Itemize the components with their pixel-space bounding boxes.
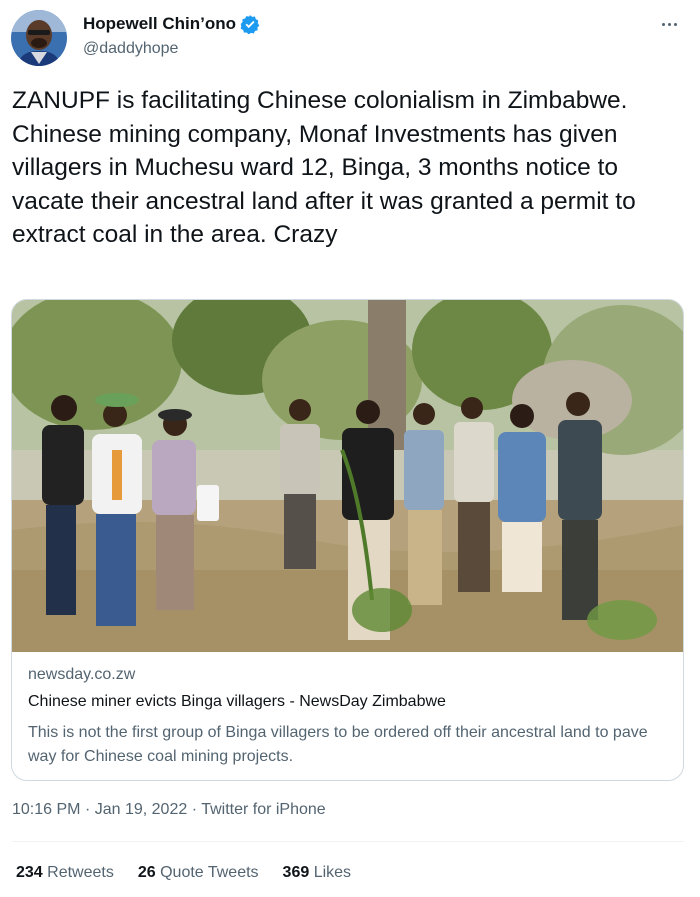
quote-tweets-count: 26 — [137, 864, 156, 881]
author-avatar[interactable] — [11, 10, 67, 66]
verified-badge-icon — [240, 15, 260, 34]
quote-tweets-stat[interactable]: 26 Quote Tweets — [138, 864, 259, 882]
tweet-meta: 10:16 PM · Jan 19, 2022 · Twitter for iP… — [12, 801, 326, 819]
retweets-count: 234 — [16, 864, 43, 881]
retweets-stat[interactable]: 234 Retweets — [16, 864, 114, 882]
more-options-icon[interactable] — [657, 14, 681, 34]
tweet-text: ZANUPF is facilitating Chinese coloniali… — [12, 84, 682, 252]
likes-label: Likes — [313, 864, 352, 881]
likes-stat[interactable]: 369 Likes — [283, 864, 352, 882]
tweet-date[interactable]: Jan 19, 2022 — [95, 801, 188, 818]
author-handle[interactable]: @daddyhope — [83, 40, 260, 58]
tweet-header: Hopewell Chin’ono @daddyhope — [11, 10, 691, 68]
tweet-time[interactable]: 10:16 PM — [12, 801, 80, 818]
tweet-line-2: Chinese mining company, Monaf Investment… — [12, 120, 636, 249]
card-description: This is not the first group of Binga vil… — [28, 724, 648, 765]
card-title: Chinese miner evicts Binga villagers - N… — [28, 693, 446, 710]
meta-separator: · — [84, 801, 91, 818]
card-photo[interactable] — [12, 300, 683, 652]
meta-separator: · — [191, 801, 198, 818]
link-card[interactable]: newsday.co.zw Chinese miner evicts Binga… — [11, 299, 684, 781]
likes-count: 369 — [282, 864, 310, 881]
quote-tweets-label: Quote Tweets — [160, 864, 259, 881]
card-domain: newsday.co.zw — [28, 666, 136, 683]
tweet-line-1: ZANUPF is facilitating Chinese coloniali… — [12, 87, 628, 114]
tweet-source[interactable]: Twitter for iPhone — [201, 801, 326, 818]
divider — [12, 841, 684, 842]
tweet-stats: 234 Retweets 26 Quote Tweets 369 Likes — [16, 864, 351, 882]
author-name[interactable]: Hopewell Chin’ono — [83, 14, 260, 34]
retweets-label: Retweets — [47, 864, 114, 881]
